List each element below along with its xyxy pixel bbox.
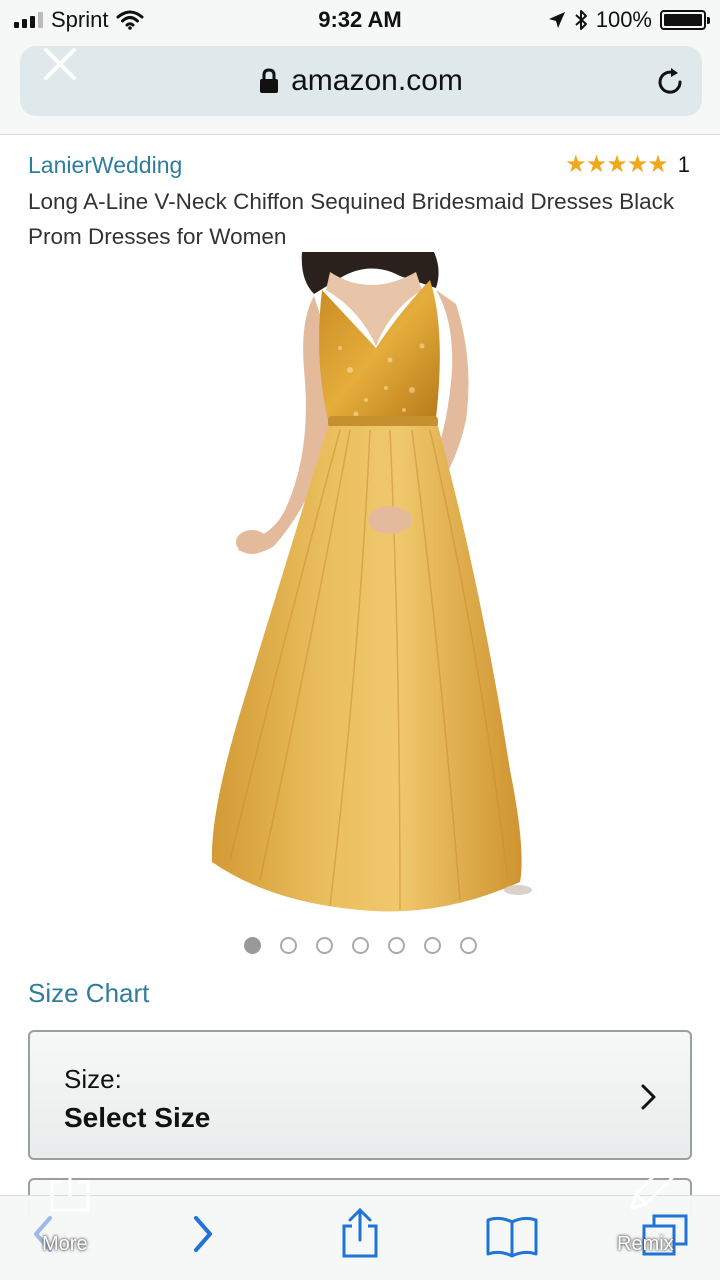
url-domain: amazon.com bbox=[291, 64, 463, 97]
size-value: Select Size bbox=[64, 1102, 211, 1133]
carousel-dot[interactable] bbox=[423, 937, 441, 954]
lock-icon bbox=[260, 68, 279, 93]
bluetooth-icon bbox=[575, 10, 587, 30]
more-share-overlay-icon[interactable] bbox=[46, 1160, 94, 1214]
url-bar[interactable]: amazon.com bbox=[20, 46, 702, 116]
carousel-dot[interactable] bbox=[243, 937, 261, 954]
remix-label[interactable]: Remix bbox=[617, 1233, 674, 1256]
more-label[interactable]: More bbox=[42, 1233, 88, 1256]
location-arrow-icon bbox=[548, 12, 565, 28]
carousel-dot[interactable] bbox=[351, 937, 369, 954]
status-bar: Sprint 9:32 AM 100% bbox=[0, 0, 720, 40]
battery-icon bbox=[660, 10, 710, 30]
battery-fill bbox=[664, 14, 702, 26]
size-label: Size: bbox=[64, 1064, 122, 1094]
carousel-dot[interactable] bbox=[459, 937, 477, 954]
carousel-dot[interactable] bbox=[315, 937, 333, 954]
product-image[interactable] bbox=[190, 250, 550, 930]
rating-stars: ★★★★★ bbox=[565, 151, 669, 178]
reload-icon[interactable] bbox=[654, 66, 686, 98]
brand-link[interactable]: LanierWedding bbox=[28, 152, 182, 179]
forward-icon[interactable] bbox=[190, 1214, 216, 1254]
carousel-dot[interactable] bbox=[279, 937, 297, 954]
carousel-dot[interactable] bbox=[387, 937, 405, 954]
size-select-button[interactable]: Size: Select Size bbox=[28, 1030, 692, 1160]
product-title: Long A-Line V-Neck Chiffon Sequined Brid… bbox=[28, 189, 675, 249]
size-chart-link[interactable]: Size Chart bbox=[28, 978, 149, 1009]
url-display[interactable]: amazon.com bbox=[20, 64, 702, 98]
image-carousel-dots bbox=[0, 937, 720, 954]
battery-percent: 100% bbox=[595, 7, 652, 32]
remix-pencil-overlay-icon[interactable] bbox=[626, 1162, 678, 1214]
browser-toolbar bbox=[0, 1195, 720, 1280]
chevron-right-icon bbox=[641, 1084, 656, 1110]
share-icon[interactable] bbox=[338, 1208, 382, 1260]
browser-top-bar: amazon.com bbox=[0, 40, 720, 135]
rating-count: 1 bbox=[677, 151, 690, 177]
bookmarks-icon[interactable] bbox=[484, 1214, 540, 1258]
status-right: 100% bbox=[548, 7, 710, 33]
rating[interactable]: ★★★★★ 1 bbox=[565, 150, 690, 179]
